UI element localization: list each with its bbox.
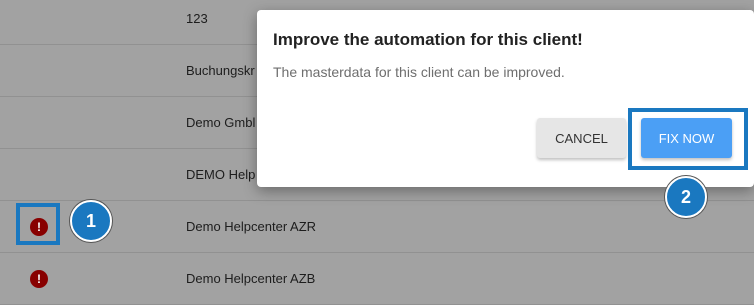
highlight-box-warning-icon [16,203,60,245]
dialog-title: Improve the automation for this client! [273,30,583,49]
dialog-message: The masterdata for this client can be im… [273,64,565,80]
step-badge-1: 1 [70,200,112,242]
step-badge-2: 2 [665,176,707,218]
highlight-box-fix-now [628,108,748,170]
cancel-button[interactable]: CANCEL [537,118,626,158]
